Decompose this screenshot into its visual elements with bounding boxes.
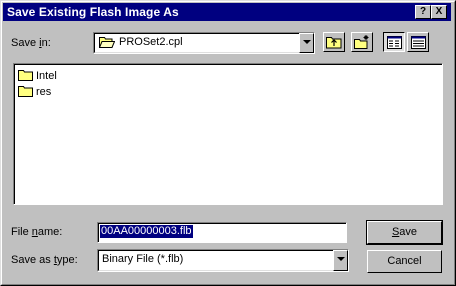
save-as-type-dropdown[interactable]: Binary File (*.flb) [97, 249, 349, 272]
save-in-value: PROSet2.cpl [119, 36, 183, 48]
save-as-type-label-post: ype: [56, 254, 78, 266]
save-as-type-dropdown-button[interactable] [333, 250, 348, 271]
save-dialog: Save Existing Flash Image As ? X Save in… [0, 0, 456, 286]
list-item-label: res [36, 86, 52, 98]
details-view-button[interactable] [407, 32, 429, 52]
save-button-label: ave [399, 226, 418, 238]
help-button[interactable]: ? [415, 5, 431, 19]
list-view-button[interactable] [383, 32, 405, 52]
close-button[interactable]: X [431, 5, 447, 19]
file-list[interactable]: Intel res [13, 63, 443, 205]
file-name-field[interactable]: 00AA00000003.flb [97, 222, 347, 243]
save-as-type-label-pre: Save as [11, 254, 54, 266]
dialog-title: Save Existing Flash Image As [7, 5, 179, 19]
save-in-label: Save in: [11, 37, 51, 49]
file-name-value: 00AA00000003.flb [100, 225, 193, 238]
save-as-type-value: Binary File (*.flb) [102, 253, 184, 265]
save-in-dropdown[interactable]: PROSet2.cpl [93, 32, 315, 54]
file-list-frame [14, 64, 442, 204]
list-item[interactable]: res [18, 85, 51, 99]
folder-icon [18, 69, 33, 84]
file-name-label-post: ame: [37, 226, 63, 238]
file-name-label-pre: File [11, 226, 32, 238]
chevron-down-icon [337, 257, 345, 261]
title-bar[interactable]: Save Existing Flash Image As ? X [3, 3, 451, 21]
file-name-label: File name: [11, 226, 62, 238]
list-view-icon [387, 36, 402, 52]
up-one-level-button[interactable] [323, 32, 345, 52]
save-in-label-pre: Save [11, 37, 40, 49]
create-new-folder-icon [354, 35, 370, 52]
folder-open-icon [98, 36, 116, 51]
create-new-folder-button[interactable] [351, 32, 373, 52]
list-item[interactable]: Intel [18, 69, 57, 83]
folder-icon [18, 85, 33, 100]
up-one-level-icon [326, 35, 342, 52]
save-as-type-label: Save as type: [11, 254, 78, 266]
chevron-down-icon [303, 40, 311, 44]
save-button[interactable]: Save [366, 220, 443, 245]
save-in-label-post: n: [41, 37, 51, 49]
list-item-label: Intel [36, 70, 57, 82]
save-in-dropdown-button[interactable] [299, 33, 314, 53]
details-view-icon [411, 36, 426, 52]
cancel-button[interactable]: Cancel [367, 250, 442, 273]
